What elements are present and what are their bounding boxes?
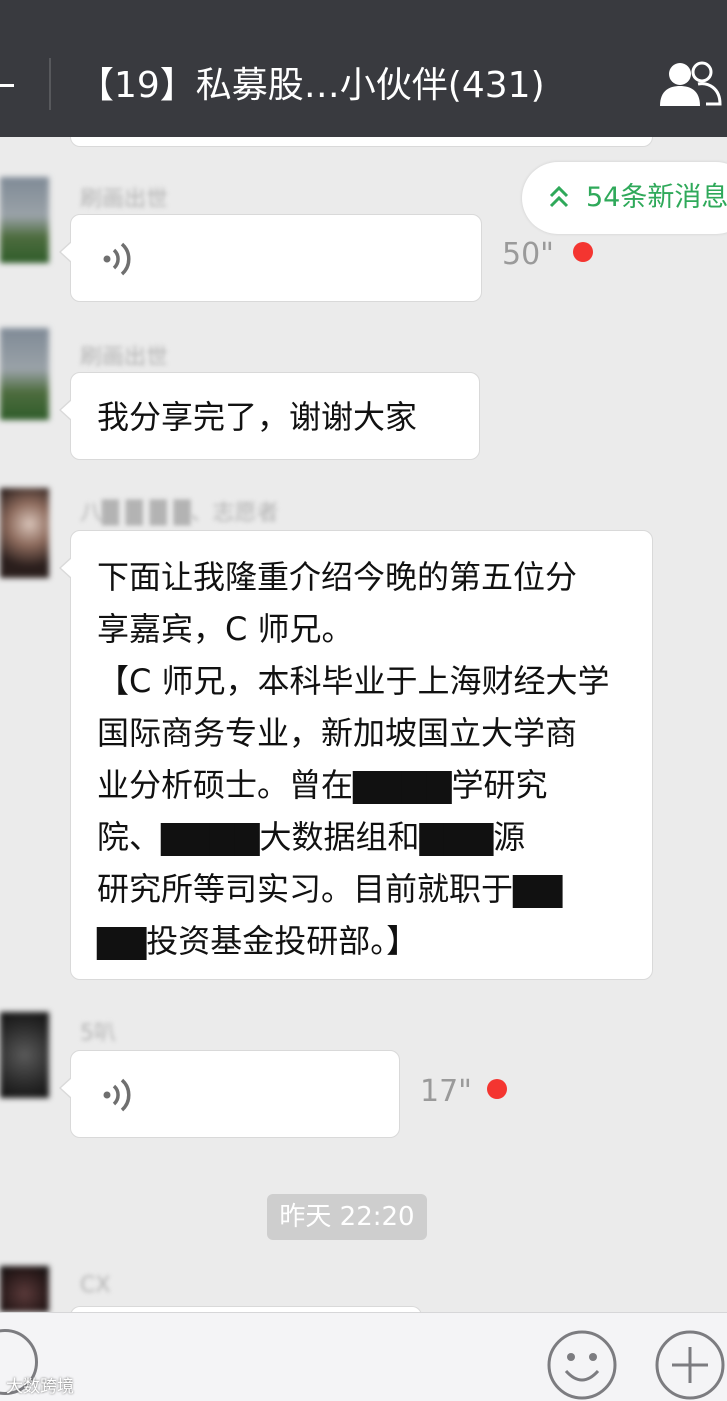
avatar[interactable] bbox=[0, 328, 49, 420]
message-line: 研究所等司实习。目前就职于▇▇ bbox=[97, 870, 563, 908]
sender-name: 刷画出世 bbox=[80, 345, 169, 370]
avatar[interactable] bbox=[0, 177, 49, 263]
sender-name: 刷画出世 bbox=[80, 187, 169, 212]
text-message-bubble[interactable]: 下面让我隆重介绍今晚的第五位分 享嘉宾，C 师兄。 【C 师兄，本科毕业于上海财… bbox=[59, 530, 653, 980]
voice-message-bubble[interactable] bbox=[59, 214, 482, 302]
message-line: 院、▇▇▇▇大数据组和▇▇▇源 bbox=[97, 818, 526, 856]
avatar[interactable] bbox=[0, 488, 49, 578]
title-divider bbox=[49, 58, 51, 110]
sender-name: 5叭 bbox=[80, 1021, 116, 1046]
voice-message-bubble[interactable] bbox=[59, 1050, 400, 1138]
message-line: ▇▇投资基金投研部。】 bbox=[97, 922, 419, 960]
plus-icon[interactable] bbox=[654, 1329, 726, 1401]
message-text: 我分享完了，谢谢大家 bbox=[97, 398, 418, 436]
title-bar: 【19】私募股…小伙伴(431) bbox=[0, 0, 727, 137]
input-bar bbox=[0, 1312, 727, 1401]
double-chevron-up-icon bbox=[549, 185, 569, 208]
voice-wave-icon bbox=[103, 1078, 131, 1112]
emoji-icon[interactable] bbox=[546, 1329, 618, 1401]
unread-dot bbox=[487, 1079, 507, 1099]
avatar[interactable] bbox=[0, 1266, 49, 1312]
unread-dot bbox=[573, 242, 593, 262]
watermark: 大数跨境 bbox=[6, 1377, 74, 1397]
voice-wave-icon bbox=[103, 242, 131, 276]
voice-duration: 17" bbox=[420, 1074, 472, 1109]
previous-message-bubble bbox=[70, 137, 653, 147]
message-line: 享嘉宾，C 师兄。 bbox=[97, 610, 354, 648]
message-line: 业分析硕士。曾在▇▇▇▇学研究 bbox=[97, 766, 548, 804]
group-members-icon[interactable] bbox=[658, 60, 722, 108]
message-line: 国际商务专业，新加坡国立大学商 bbox=[97, 714, 578, 752]
new-messages-label: 54条新消息 bbox=[586, 182, 727, 213]
timestamp-divider: 昨天 22:20 bbox=[267, 1194, 427, 1240]
avatar[interactable] bbox=[0, 1012, 49, 1098]
sender-name: CX bbox=[80, 1273, 111, 1298]
sender-name: 八█ █ █ █、志愿者 bbox=[80, 501, 279, 526]
message-text: 下面让我隆重介绍今晚的第五位分 享嘉宾，C 师兄。 【C 师兄，本科毕业于上海财… bbox=[97, 551, 610, 967]
back-icon[interactable] bbox=[0, 84, 14, 87]
voice-duration: 50" bbox=[502, 237, 554, 272]
text-message-bubble[interactable]: 我分享完了，谢谢大家 bbox=[59, 372, 480, 460]
message-line: 【C 师兄，本科毕业于上海财经大学 bbox=[97, 662, 610, 700]
message-line: 下面让我隆重介绍今晚的第五位分 bbox=[97, 558, 578, 596]
new-messages-button[interactable]: 54条新消息 bbox=[522, 162, 727, 234]
chat-title: 【19】私募股…小伙伴(431) bbox=[78, 65, 545, 106]
